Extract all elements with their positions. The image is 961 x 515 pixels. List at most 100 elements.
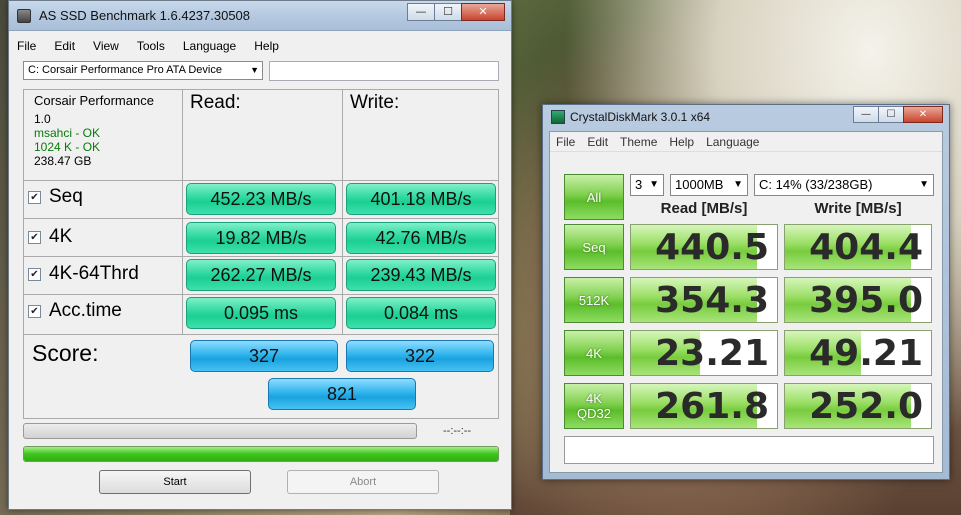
close-button[interactable]: ✕ (903, 106, 943, 123)
drive-info-field[interactable] (269, 61, 499, 81)
divider (24, 256, 498, 257)
row-label: 4K (49, 226, 73, 247)
menu-theme[interactable]: Theme (620, 135, 657, 149)
menu-edit[interactable]: Edit (587, 135, 608, 149)
chevron-down-icon: ▼ (649, 179, 659, 190)
divider (24, 218, 498, 219)
runs-select[interactable]: 3 ▼ (630, 174, 664, 196)
cdm-app-icon (551, 110, 565, 124)
seq-test-button[interactable]: Seq (564, 224, 624, 270)
4k-test-button[interactable]: 4K (564, 330, 624, 376)
512k-read-value: 354.3 (655, 280, 769, 321)
comment-field[interactable] (564, 436, 934, 464)
minimize-button[interactable]: — (853, 106, 879, 123)
cdm-titlebar[interactable]: CrystalDiskMark 3.0.1 x64 — ☐ ✕ (543, 105, 949, 129)
row-label: Seq (49, 186, 83, 207)
size-select[interactable]: 1000MB ▼ (670, 174, 748, 196)
menu-tools[interactable]: Tools (137, 39, 165, 53)
runs-value: 3 (635, 177, 643, 192)
row-acc-time[interactable]: ✔ Acc.time (28, 300, 122, 322)
score-read: 327 (190, 340, 338, 372)
512k-test-button[interactable]: 512K (564, 277, 624, 323)
512k-write-cell: 395.0 (784, 277, 932, 323)
menu-file[interactable]: File (17, 39, 36, 53)
drive-select-value: C: Corsair Performance Pro ATA Device (28, 64, 222, 76)
checkbox-seq[interactable]: ✔ (28, 190, 41, 204)
512k-write-value: 395.0 (809, 280, 923, 321)
start-button[interactable]: Start (99, 470, 251, 494)
checkbox-4k-64thrd[interactable]: ✔ (28, 267, 41, 281)
4k-qd32-test-button[interactable]: 4K QD32 (564, 383, 624, 429)
progress-fill (24, 447, 498, 461)
4k-read-cell: 23.21 (630, 330, 778, 376)
row-seq[interactable]: ✔ Seq (28, 186, 83, 208)
test-progress-bar (23, 423, 417, 439)
divider (342, 90, 343, 334)
row-4k-64thrd[interactable]: ✔ 4K-64Thrd (28, 263, 139, 285)
seq-write-value: 401.18 MB/s (346, 183, 496, 215)
abort-button[interactable]: Abort (287, 470, 439, 494)
checkbox-acc-time[interactable]: ✔ (28, 304, 41, 318)
divider (24, 180, 498, 181)
4k-read-value: 19.82 MB/s (186, 222, 336, 254)
read-header: Read [MB/s] (660, 200, 748, 217)
drive-select[interactable]: C: Corsair Performance Pro ATA Device ▼ (23, 61, 263, 80)
4k-64thrd-read-value: 262.27 MB/s (186, 259, 336, 291)
seq-read-cell: 440.5 (630, 224, 778, 270)
4k-qd32-write-cell: 252.0 (784, 383, 932, 429)
drive-select[interactable]: C: 14% (33/238GB) ▼ (754, 174, 934, 196)
menu-edit[interactable]: Edit (54, 39, 75, 53)
divider (182, 90, 183, 334)
crystaldiskmark-window: CrystalDiskMark 3.0.1 x64 — ☐ ✕ File Edi… (542, 104, 950, 480)
score-write: 322 (346, 340, 494, 372)
size-value: 1000MB (675, 177, 724, 192)
alignment-status: 1024 K - OK (34, 140, 101, 154)
divider (24, 294, 498, 295)
driver-status: msahci - OK (34, 126, 101, 140)
elapsed-time: --:--:-- (443, 425, 472, 437)
row-label: Acc.time (49, 300, 122, 321)
menu-language[interactable]: Language (706, 135, 759, 149)
cdm-menu-bar: File Edit Theme Help Language (550, 132, 942, 152)
write-header: Write: (350, 92, 400, 113)
maximize-button[interactable]: ☐ (434, 3, 462, 21)
menu-view[interactable]: View (93, 39, 119, 53)
seq-write-cell: 404.4 (784, 224, 932, 270)
drive-info: Corsair Performance 1.0 msahci - OK 1024… (34, 93, 154, 169)
menu-language[interactable]: Language (183, 39, 236, 53)
4k-write-value: 49.21 (809, 333, 923, 374)
drive-size: 238.47 GB (34, 154, 92, 168)
acc-time-write-value: 0.084 ms (346, 297, 496, 329)
cdm-body: File Edit Theme Help Language All 3 ▼ 100… (549, 131, 943, 473)
512k-read-cell: 354.3 (630, 277, 778, 323)
all-button[interactable]: All (564, 174, 624, 220)
menu-file[interactable]: File (556, 135, 575, 149)
4k-write-value: 42.76 MB/s (346, 222, 496, 254)
score-total: 821 (268, 378, 416, 410)
results-grid: Corsair Performance 1.0 msahci - OK 1024… (23, 89, 499, 419)
drive-value: C: 14% (33/238GB) (759, 177, 873, 192)
minimize-button[interactable]: — (407, 3, 435, 21)
cdm-window-title: CrystalDiskMark 3.0.1 x64 (570, 110, 711, 124)
maximize-button[interactable]: ☐ (878, 106, 904, 123)
menu-help[interactable]: Help (254, 39, 279, 53)
as-ssd-titlebar[interactable]: AS SSD Benchmark 1.6.4237.30508 — ☐ ✕ (9, 1, 511, 31)
4k-64thrd-write-value: 239.43 MB/s (346, 259, 496, 291)
menu-bar: File Edit View Tools Language Help (9, 35, 511, 57)
seq-write-value: 404.4 (809, 227, 923, 268)
overall-progress-bar (23, 446, 499, 462)
4k-qd32-read-value: 261.8 (655, 386, 769, 427)
write-header: Write [MB/s] (814, 200, 902, 217)
row-4k[interactable]: ✔ 4K (28, 226, 72, 248)
menu-help[interactable]: Help (669, 135, 694, 149)
checkbox-4k[interactable]: ✔ (28, 230, 41, 244)
drive-name: Corsair Performance (34, 93, 154, 108)
seq-read-value: 440.5 (655, 227, 769, 268)
close-button[interactable]: ✕ (461, 3, 505, 21)
app-icon (17, 9, 31, 23)
4k-read-value: 23.21 (655, 333, 769, 374)
chevron-down-icon: ▼ (733, 179, 743, 190)
divider (24, 334, 498, 335)
chevron-down-icon: ▼ (250, 65, 259, 75)
row-label: 4K-64Thrd (49, 263, 139, 284)
